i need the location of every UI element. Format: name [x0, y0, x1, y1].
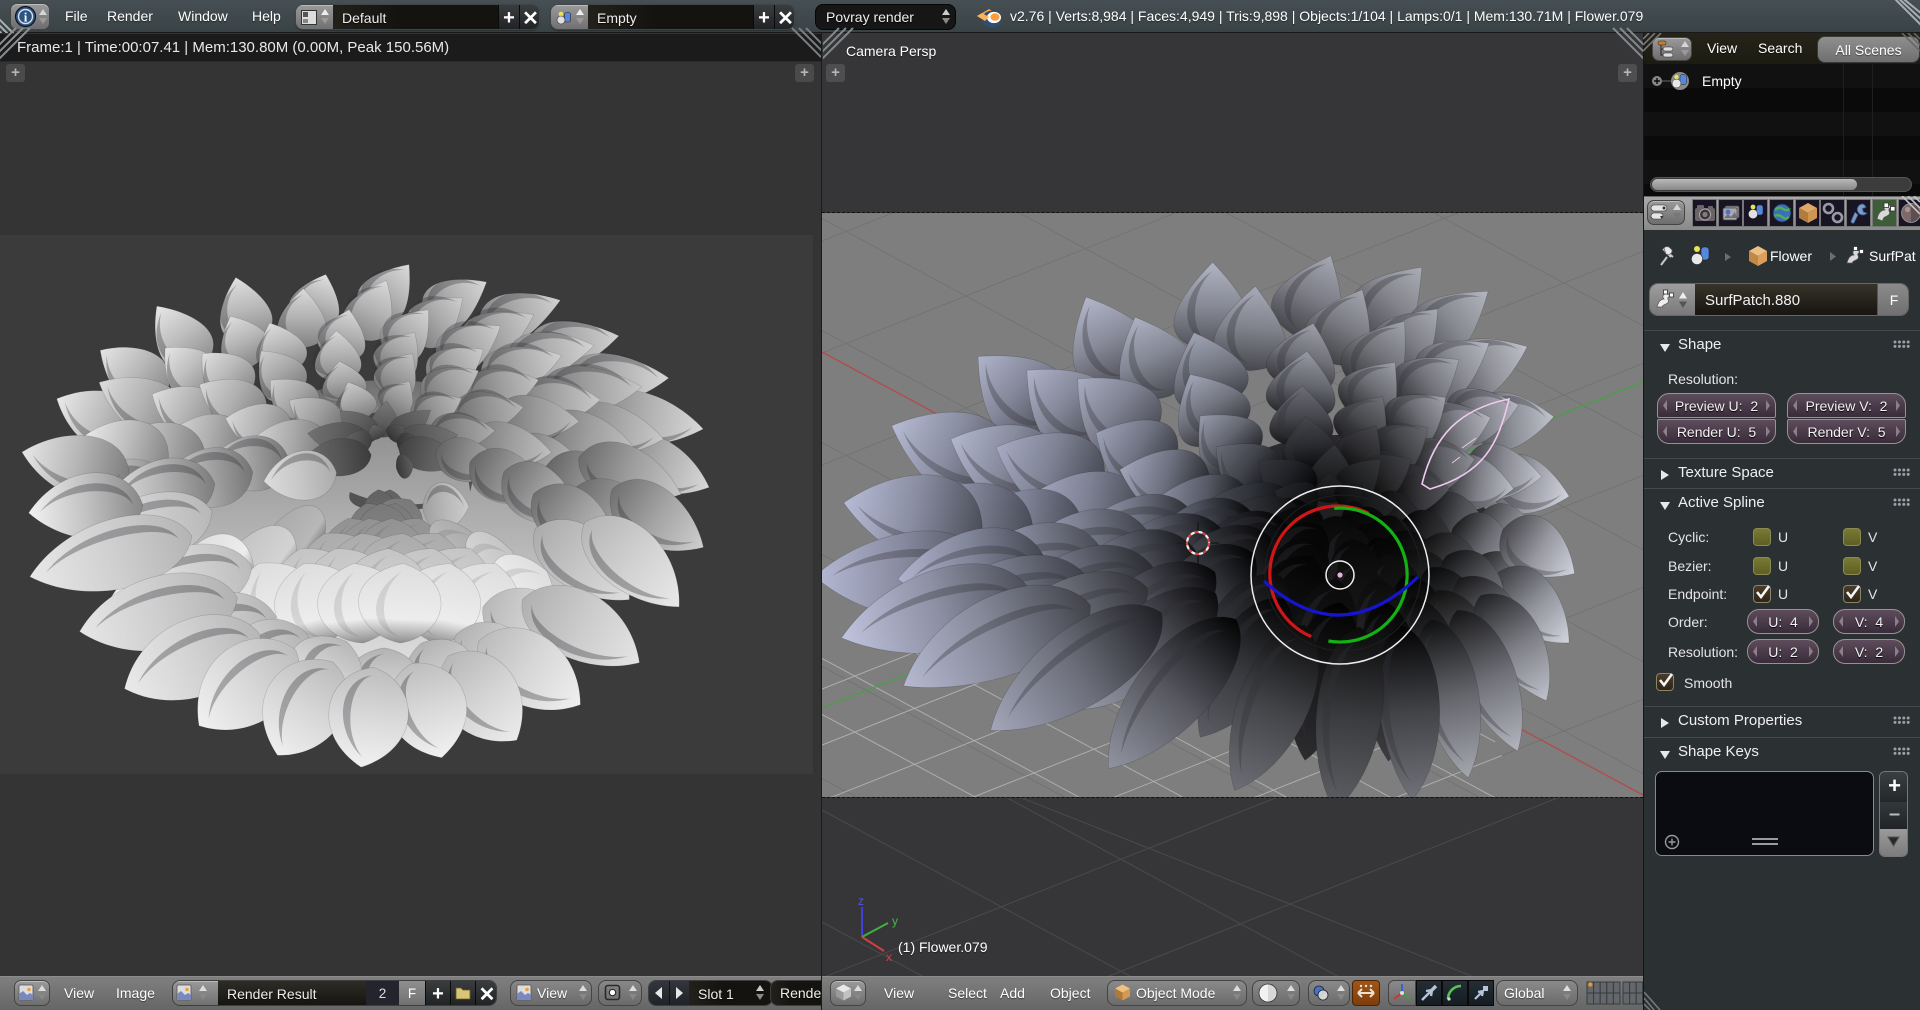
svg-text:z: z: [858, 895, 864, 908]
svg-text:i: i: [24, 10, 28, 25]
svg-text:y: y: [892, 914, 898, 928]
svg-text:x: x: [886, 950, 892, 964]
